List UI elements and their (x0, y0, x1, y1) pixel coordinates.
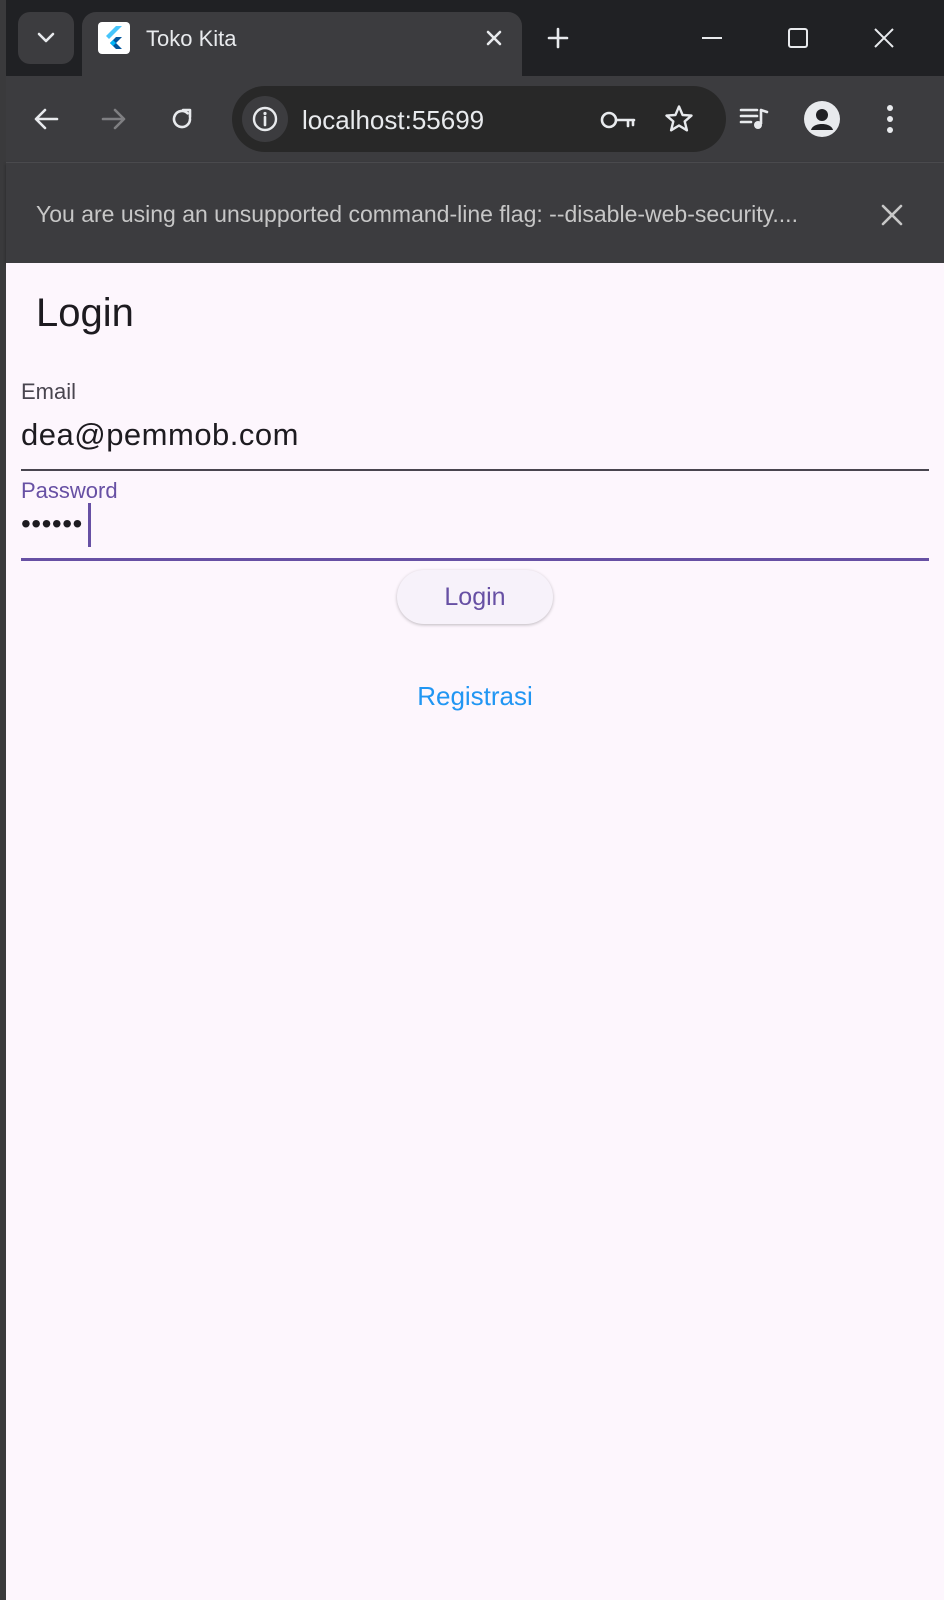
email-label: Email (21, 379, 77, 404)
account-icon (803, 100, 841, 138)
arrow-left-icon (33, 107, 59, 131)
password-label: Password (21, 478, 118, 503)
browser-window: Toko Kita localhost:55699 You are using … (0, 0, 944, 1600)
close-window-button[interactable] (854, 14, 914, 62)
register-link[interactable]: Registrasi (6, 681, 944, 712)
login-button[interactable]: Login (397, 570, 553, 624)
tab-search-button[interactable] (18, 12, 74, 64)
close-icon (485, 29, 503, 47)
reload-button[interactable] (158, 95, 206, 143)
maximize-button[interactable] (768, 14, 828, 62)
profile-button[interactable] (798, 95, 846, 143)
infobar-close-button[interactable] (872, 195, 912, 235)
warning-infobar: You are using an unsupported command-lin… (6, 162, 944, 263)
plus-icon (547, 27, 569, 49)
new-tab-button[interactable] (536, 18, 580, 58)
close-icon (873, 27, 895, 49)
text-caret (88, 503, 91, 547)
email-value[interactable]: dea@pemmob.com (21, 417, 299, 453)
tab-strip: Toko Kita (6, 0, 944, 76)
flutter-favicon-icon (98, 22, 130, 54)
password-manager-button[interactable] (598, 102, 638, 138)
menu-button[interactable] (866, 95, 914, 143)
page-content: Login Email dea@pemmob.com Password ••••… (6, 263, 944, 1600)
star-icon (664, 104, 694, 134)
reload-icon (169, 106, 195, 132)
close-icon (881, 204, 903, 226)
minimize-icon (702, 36, 722, 40)
forward-button[interactable] (90, 95, 138, 143)
page-title: Login (36, 291, 134, 335)
browser-toolbar: localhost:55699 (6, 76, 944, 162)
media-control-button[interactable] (730, 95, 778, 143)
key-icon (600, 109, 636, 131)
info-icon (252, 106, 278, 132)
back-button[interactable] (22, 95, 70, 143)
email-underline (21, 469, 929, 471)
arrow-right-icon (101, 107, 127, 131)
more-vert-icon (886, 104, 894, 134)
password-underline (21, 558, 929, 561)
site-info-button[interactable] (242, 96, 288, 142)
email-field[interactable]: Email dea@pemmob.com (21, 379, 929, 475)
infobar-message: You are using an unsupported command-lin… (36, 201, 798, 227)
tab-title: Toko Kita (146, 26, 237, 51)
bookmark-button[interactable] (660, 100, 698, 138)
chevron-down-icon (36, 31, 56, 45)
password-field[interactable]: Password •••••• (21, 478, 929, 568)
tab-close-button[interactable] (478, 22, 510, 54)
address-bar[interactable]: localhost:55699 (232, 86, 726, 152)
maximize-icon (787, 27, 809, 49)
minimize-button[interactable] (682, 14, 742, 62)
tab-toko-kita[interactable]: Toko Kita (82, 12, 522, 76)
queue-music-icon (739, 106, 769, 132)
password-value[interactable]: •••••• (21, 508, 83, 540)
url-text[interactable]: localhost:55699 (302, 105, 484, 136)
